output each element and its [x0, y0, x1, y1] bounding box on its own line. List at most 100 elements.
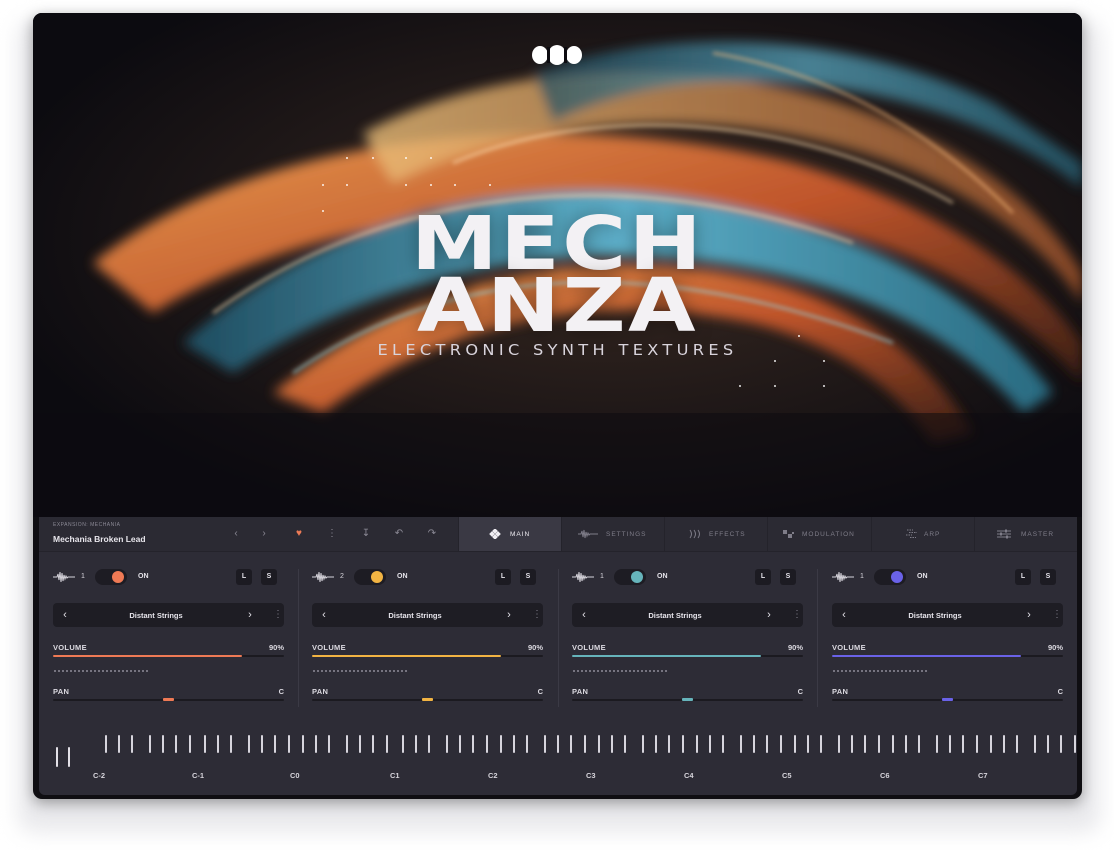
- chevron-right-icon[interactable]: ›: [244, 608, 256, 622]
- keyboard-key[interactable]: [230, 735, 232, 753]
- keyboard-key[interactable]: [149, 735, 151, 753]
- keyboard-key[interactable]: [740, 735, 742, 753]
- chevron-right-icon[interactable]: ›: [503, 608, 515, 622]
- keyboard-key[interactable]: [990, 735, 992, 753]
- keyboard-key[interactable]: [851, 735, 853, 753]
- keyboard-key[interactable]: [131, 735, 133, 753]
- keyboard-key[interactable]: [624, 735, 626, 753]
- chevron-left-icon[interactable]: ‹: [59, 608, 71, 622]
- chevron-left-icon[interactable]: ‹: [578, 608, 590, 622]
- tab-main[interactable]: MAIN: [458, 517, 562, 551]
- keyboard-key[interactable]: [584, 735, 586, 753]
- keyboard-key[interactable]: [544, 735, 546, 753]
- more-vertical-icon[interactable]: ⋮: [792, 608, 802, 622]
- chevron-right-icon[interactable]: ›: [763, 608, 775, 622]
- keyboard-key[interactable]: [838, 735, 840, 753]
- solo-button[interactable]: S: [780, 569, 796, 585]
- keyboard-key[interactable]: [557, 735, 559, 753]
- keyboard-key[interactable]: [570, 735, 572, 753]
- chevron-left-icon[interactable]: ‹: [229, 527, 243, 541]
- keyboard-key[interactable]: [780, 735, 782, 753]
- channel-power-toggle[interactable]: [95, 569, 127, 585]
- keyboard-key[interactable]: [1047, 735, 1049, 753]
- more-vertical-icon[interactable]: ⋮: [325, 527, 339, 541]
- keyboard-key[interactable]: [962, 735, 964, 753]
- keyboard-key[interactable]: [372, 735, 374, 753]
- keyboard-key[interactable]: [328, 735, 330, 753]
- solo-button[interactable]: S: [1040, 569, 1056, 585]
- redo-icon[interactable]: ↷: [425, 527, 439, 541]
- preset-name[interactable]: Mechania Broken Lead: [53, 534, 146, 544]
- chevron-right-icon[interactable]: ›: [257, 527, 271, 541]
- keyboard-key[interactable]: [864, 735, 866, 753]
- keyboard-key[interactable]: [288, 735, 290, 753]
- solo-button[interactable]: S: [261, 569, 277, 585]
- keyboard-key[interactable]: [189, 735, 191, 753]
- keyboard-key[interactable]: [386, 735, 388, 753]
- keyboard-key[interactable]: [459, 735, 461, 753]
- chevron-left-icon[interactable]: ‹: [838, 608, 850, 622]
- keyboard-key[interactable]: [359, 735, 361, 753]
- keyboard-key[interactable]: [526, 735, 528, 753]
- pan-indicator[interactable]: [422, 698, 433, 701]
- pan-slider[interactable]: [572, 698, 803, 701]
- keyboard-key[interactable]: [905, 735, 907, 753]
- keyboard-key[interactable]: [722, 735, 724, 753]
- volume-slider[interactable]: [312, 655, 543, 657]
- pan-indicator[interactable]: [942, 698, 953, 701]
- chevron-right-icon[interactable]: ›: [1023, 608, 1035, 622]
- keyboard-range[interactable]: C-2 C-1 C0 C1 C2 C3 C4 C5 C6 C7: [51, 731, 1076, 793]
- keyboard-key[interactable]: [486, 735, 488, 753]
- layer-button[interactable]: L: [1015, 569, 1031, 585]
- keyboard-key[interactable]: [1003, 735, 1005, 753]
- keyboard-key[interactable]: [892, 735, 894, 753]
- more-vertical-icon[interactable]: ⋮: [273, 608, 283, 622]
- pan-indicator[interactable]: [682, 698, 693, 701]
- preset-selector[interactable]: ‹ Distant Strings › ⋮: [832, 603, 1063, 627]
- keyboard-key[interactable]: [162, 735, 164, 753]
- more-vertical-icon[interactable]: ⋮: [1052, 608, 1062, 622]
- keyboard-key[interactable]: [1016, 735, 1018, 753]
- pan-slider[interactable]: [53, 698, 284, 701]
- volume-slider[interactable]: [53, 655, 284, 657]
- keyboard-key[interactable]: [794, 735, 796, 753]
- keyboard-key[interactable]: [668, 735, 670, 753]
- keyboard-key[interactable]: [753, 735, 755, 753]
- keyboard-key[interactable]: [878, 735, 880, 753]
- keyboard-key[interactable]: [682, 735, 684, 753]
- keyboard-key[interactable]: [118, 735, 120, 753]
- keyboard-key[interactable]: [500, 735, 502, 753]
- keyboard-key[interactable]: [428, 735, 430, 753]
- layer-button[interactable]: L: [236, 569, 252, 585]
- layer-button[interactable]: L: [495, 569, 511, 585]
- range-start-handle[interactable]: [56, 747, 58, 767]
- keyboard-key[interactable]: [611, 735, 613, 753]
- keyboard-key[interactable]: [1034, 735, 1036, 753]
- keyboard-key[interactable]: [709, 735, 711, 753]
- layer-button[interactable]: L: [755, 569, 771, 585]
- keyboard-key[interactable]: [446, 735, 448, 753]
- keyboard-key[interactable]: [204, 735, 206, 753]
- tab-settings[interactable]: SETTINGS: [561, 517, 665, 551]
- keyboard-key[interactable]: [918, 735, 920, 753]
- keyboard-key[interactable]: [976, 735, 978, 753]
- keyboard-key[interactable]: [274, 735, 276, 753]
- keyboard-key[interactable]: [415, 735, 417, 753]
- keyboard-key[interactable]: [472, 735, 474, 753]
- tab-effects[interactable]: EFFECTS: [664, 517, 768, 551]
- keyboard-key[interactable]: [766, 735, 768, 753]
- keyboard-key[interactable]: [346, 735, 348, 753]
- tab-arp[interactable]: ARP: [871, 517, 975, 551]
- tab-modulation[interactable]: MODULATION: [767, 517, 872, 551]
- pan-slider[interactable]: [832, 698, 1063, 701]
- keyboard-key[interactable]: [820, 735, 822, 753]
- range-start-handle[interactable]: [68, 747, 70, 767]
- keyboard-key[interactable]: [105, 735, 107, 753]
- undo-icon[interactable]: ↶: [392, 527, 406, 541]
- volume-slider[interactable]: [832, 655, 1063, 657]
- tab-master[interactable]: MASTER: [974, 517, 1078, 551]
- keyboard-key[interactable]: [175, 735, 177, 753]
- channel-power-toggle[interactable]: [354, 569, 386, 585]
- keyboard-key[interactable]: [513, 735, 515, 753]
- keyboard-key[interactable]: [248, 735, 250, 753]
